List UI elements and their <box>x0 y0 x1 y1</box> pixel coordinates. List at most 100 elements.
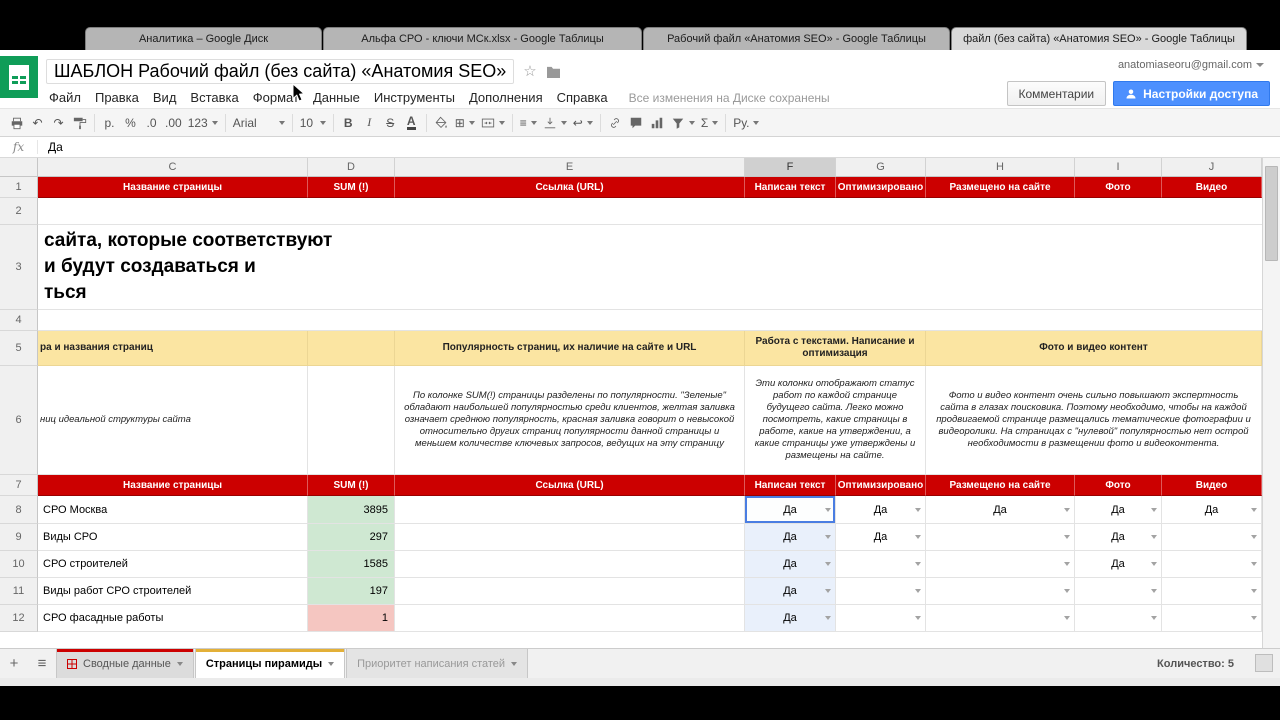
cell-page-name[interactable]: СРО фасадные работы <box>38 605 308 632</box>
header-cell[interactable]: Размещено на сайте <box>926 475 1075 496</box>
dropdown-arrow-icon[interactable] <box>915 589 921 593</box>
row-header[interactable]: 8 <box>0 496 38 524</box>
dropdown-arrow-icon[interactable] <box>825 616 831 620</box>
header-cell[interactable]: Видео <box>1162 475 1262 496</box>
menu-insert[interactable]: Вставка <box>183 88 245 107</box>
section-cell[interactable]: Популярность страниц, их наличие на сайт… <box>395 331 745 366</box>
header-cell[interactable]: Название страницы <box>38 177 308 198</box>
header-cell[interactable]: Фото <box>1075 177 1162 198</box>
cell-photo[interactable]: Да <box>1075 524 1162 551</box>
dropdown-arrow-icon[interactable] <box>176 661 183 666</box>
text-color-button[interactable]: A <box>401 112 422 134</box>
fill-color-button[interactable] <box>431 112 452 134</box>
cell-video[interactable] <box>1162 524 1262 551</box>
cell-photo[interactable]: Да <box>1075 551 1162 578</box>
cell-page-name[interactable]: СРО Москва <box>38 496 308 524</box>
row-header[interactable]: 5 <box>0 331 38 366</box>
cell-optimized[interactable] <box>836 605 926 632</box>
text-wrap-button[interactable]: ↩ <box>570 112 596 134</box>
dropdown-arrow-icon[interactable] <box>511 661 518 666</box>
strikethrough-button[interactable]: S <box>380 112 401 134</box>
more-formats-button[interactable]: 123 <box>185 112 221 134</box>
cell-photo[interactable]: Да <box>1075 496 1162 524</box>
print-button[interactable] <box>6 112 27 134</box>
folder-icon[interactable] <box>546 65 561 78</box>
dropdown-arrow-icon[interactable] <box>1064 535 1070 539</box>
dropdown-arrow-icon[interactable] <box>1251 562 1257 566</box>
section-cell[interactable] <box>308 331 395 366</box>
header-cell[interactable]: Видео <box>1162 177 1262 198</box>
header-cell[interactable]: Оптимизировано <box>836 177 926 198</box>
paint-format-button[interactable] <box>69 112 90 134</box>
functions-button[interactable]: Σ <box>698 112 721 134</box>
menu-edit[interactable]: Правка <box>88 88 146 107</box>
dropdown-arrow-icon[interactable] <box>1064 616 1070 620</box>
section-cell[interactable]: ра и названия страниц <box>38 331 308 366</box>
cell-written-text[interactable]: Да <box>745 605 836 632</box>
browser-tab[interactable]: Альфа СРО - ключи МСк.xlsx - Google Табл… <box>323 27 642 50</box>
menu-view[interactable]: Вид <box>146 88 184 107</box>
row-header[interactable]: 4 <box>0 310 38 331</box>
column-header-f-selected[interactable]: F <box>745 158 836 177</box>
column-header-g[interactable]: G <box>836 158 926 177</box>
horizontal-align-button[interactable]: ≡ <box>517 112 540 134</box>
cell-sum[interactable]: 297 <box>308 524 395 551</box>
menu-tools[interactable]: Инструменты <box>367 88 462 107</box>
cell-placed[interactable] <box>926 578 1075 605</box>
share-button[interactable]: Настройки доступа <box>1113 81 1270 106</box>
description-cell[interactable] <box>308 366 395 475</box>
header-cell[interactable]: Написан текст <box>745 475 836 496</box>
sheet-tab-stranitsy-piramidy[interactable]: Страницы пирамиды <box>194 649 346 678</box>
row-header[interactable]: 10 <box>0 551 38 578</box>
dropdown-arrow-icon[interactable] <box>1251 589 1257 593</box>
row-header[interactable]: 1 <box>0 177 38 198</box>
undo-button[interactable]: ↶ <box>27 112 48 134</box>
dropdown-arrow-icon[interactable] <box>915 535 921 539</box>
dropdown-arrow-icon[interactable] <box>1064 507 1070 512</box>
cell-placed[interactable] <box>926 605 1075 632</box>
header-cell[interactable]: Размещено на сайте <box>926 177 1075 198</box>
header-cell[interactable]: SUM (!) <box>308 177 395 198</box>
row-header[interactable]: 3 <box>0 225 38 310</box>
increase-decimals-button[interactable]: .00 <box>162 112 185 134</box>
row-header[interactable]: 6 <box>0 366 38 475</box>
column-header-i[interactable]: I <box>1075 158 1162 177</box>
cell-placed[interactable] <box>926 524 1075 551</box>
cell-page-name[interactable]: Виды СРО <box>38 524 308 551</box>
cell-page-name[interactable]: Виды работ СРО строителей <box>38 578 308 605</box>
input-tools-button[interactable]: Ру. <box>730 112 762 134</box>
header-cell[interactable]: Ссылка (URL) <box>395 177 745 198</box>
dropdown-arrow-icon[interactable] <box>825 507 831 512</box>
document-title[interactable]: ШАБЛОН Рабочий файл (без сайта) «Анатоми… <box>46 58 515 84</box>
dropdown-arrow-icon[interactable] <box>825 535 831 539</box>
cell-written-text[interactable]: Да <box>745 551 836 578</box>
cell-url[interactable] <box>395 578 745 605</box>
selection-count[interactable]: Количество: 5 <box>1157 658 1234 670</box>
column-header-c[interactable]: C <box>38 158 308 177</box>
dropdown-arrow-icon[interactable] <box>825 562 831 566</box>
cell-optimized[interactable]: Да <box>836 496 926 524</box>
cell-video[interactable] <box>1162 551 1262 578</box>
font-family-select[interactable]: Arial <box>230 112 288 134</box>
cell-written-text-active[interactable]: Да <box>745 496 836 524</box>
dropdown-arrow-icon[interactable] <box>1251 616 1257 620</box>
all-sheets-button[interactable]: ≡ <box>28 649 56 678</box>
account-dropdown-icon[interactable] <box>1256 63 1264 67</box>
cell-video[interactable] <box>1162 605 1262 632</box>
browser-tab-active[interactable]: файл (без сайта) «Анатомия SEO» - Google… <box>951 27 1247 50</box>
account-email[interactable]: anatomiaseoru@gmail.com <box>1118 59 1252 71</box>
cell-written-text[interactable]: Да <box>745 578 836 605</box>
header-cell[interactable]: Ссылка (URL) <box>395 475 745 496</box>
merged-cell[interactable] <box>38 198 1262 225</box>
menu-addons[interactable]: Дополнения <box>462 88 550 107</box>
borders-button[interactable]: ⊞ <box>452 112 478 134</box>
row-header[interactable]: 11 <box>0 578 38 605</box>
sheets-logo-icon[interactable] <box>0 56 38 98</box>
description-cell[interactable]: ниц идеальной структуры сайта <box>38 366 308 475</box>
cell-url[interactable] <box>395 605 745 632</box>
column-header-e[interactable]: E <box>395 158 745 177</box>
row-header[interactable]: 12 <box>0 605 38 632</box>
browser-tab[interactable]: Рабочий файл «Анатомия SEO» - Google Таб… <box>643 27 950 50</box>
italic-button[interactable]: I <box>359 112 380 134</box>
header-cell[interactable]: Оптимизировано <box>836 475 926 496</box>
